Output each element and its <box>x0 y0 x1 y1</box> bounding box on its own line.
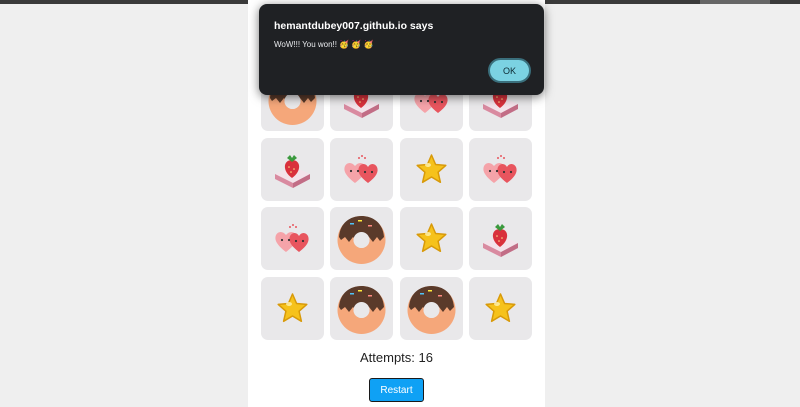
card-star[interactable] <box>400 207 463 270</box>
star-icon <box>277 293 308 323</box>
card-hearts[interactable] <box>330 138 393 201</box>
card-star[interactable] <box>261 277 324 340</box>
card-star[interactable] <box>400 138 463 201</box>
donut-icon <box>407 286 456 334</box>
strawberry-cake-icon <box>275 155 310 188</box>
card-strawberry-cake[interactable] <box>261 138 324 201</box>
card-hearts[interactable] <box>469 138 532 201</box>
dialog-title: hemantdubey007.github.io says <box>274 20 434 32</box>
attempts-counter: Attempts: 16 <box>360 350 433 365</box>
star-icon <box>485 293 516 323</box>
dialog-message: WoW!!! You won!! 🥳 🥳 🥳 <box>274 40 374 49</box>
card-donut[interactable] <box>330 207 393 270</box>
ok-button[interactable]: OK <box>488 58 531 83</box>
hearts-icon <box>483 155 517 183</box>
card-strawberry-cake[interactable] <box>469 207 532 270</box>
donut-icon <box>337 286 386 334</box>
card-donut[interactable] <box>400 277 463 340</box>
strawberry-cake-icon <box>483 224 518 257</box>
card-donut[interactable] <box>330 277 393 340</box>
star-icon <box>416 154 447 184</box>
alert-dialog: hemantdubey007.github.io says WoW!!! You… <box>259 4 544 95</box>
hearts-icon <box>275 224 309 252</box>
card-star[interactable] <box>469 277 532 340</box>
star-icon <box>416 223 447 253</box>
browser-top-bar-segment <box>700 0 770 4</box>
hearts-icon <box>344 155 378 183</box>
donut-icon <box>337 216 386 264</box>
card-hearts[interactable] <box>261 207 324 270</box>
restart-button[interactable]: Restart <box>369 378 424 402</box>
